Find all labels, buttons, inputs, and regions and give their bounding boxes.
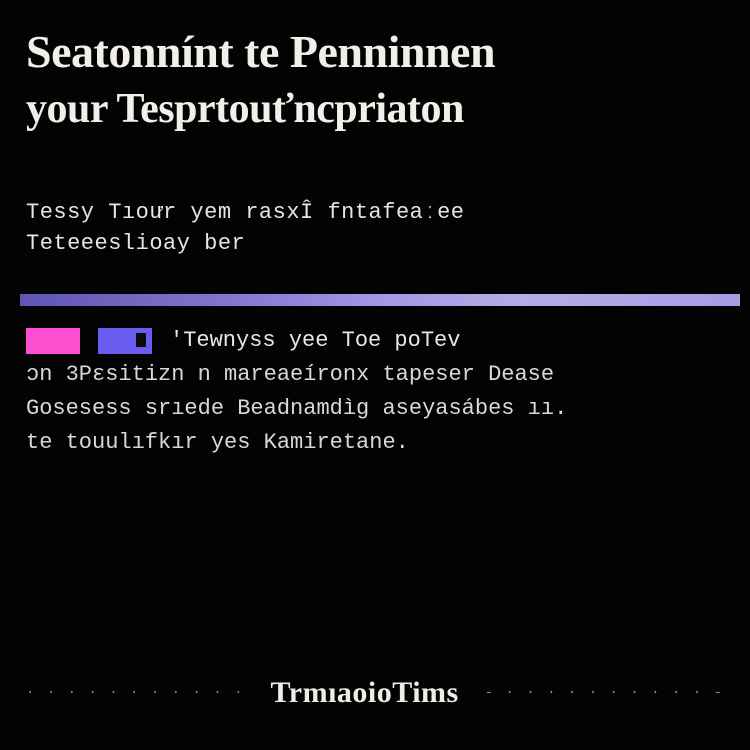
body-line-3: Gosesess srıede Beadnamdìg aseyasábes ıı… <box>26 392 740 426</box>
purple-block-icon <box>98 328 152 354</box>
subheading-line-2: Teteeeslioay ber <box>26 231 720 256</box>
pink-block-icon <box>26 328 80 354</box>
body-line-1: 'Tewnyss yee Toe poTev <box>26 324 740 358</box>
body-line-4: te touulıfkır yes Kamiretane. <box>26 426 740 460</box>
subheading: Tessy Tıoưr yem rasxÎ fntafeaːee Teteees… <box>26 200 720 256</box>
page-root: Seatonnínt te Penninnen your Tesprtouťnc… <box>0 0 750 750</box>
gradient-divider <box>20 294 740 306</box>
heading-line-1: Seatonnínt te Penninnen <box>26 28 730 76</box>
footer-dots-right: - · · · · · · · · · · - <box>485 685 724 701</box>
footer: · · · · · · · · · · · TrmıaoioTims - · ·… <box>0 676 750 710</box>
subheading-line-1: Tessy Tıoưr yem rasxÎ fntafeaːee <box>26 200 720 225</box>
body-panel: 'Tewnyss yee Toe poTev ɔn 3Pɛsitizn n ma… <box>26 324 740 460</box>
heading-line-2: your Tesprtouťncpriaton <box>26 82 730 137</box>
footer-dots-left: · · · · · · · · · · · <box>26 685 244 701</box>
footer-title: TrmıaoioTims <box>270 676 458 710</box>
body-line-1-text: 'Tewnyss yee Toe poTev <box>170 324 460 358</box>
page-heading: Seatonnínt te Penninnen your Tesprtouťnc… <box>26 28 730 137</box>
body-line-2: ɔn 3Pɛsitizn n mareaeíronx tapeser Dease <box>26 358 740 392</box>
